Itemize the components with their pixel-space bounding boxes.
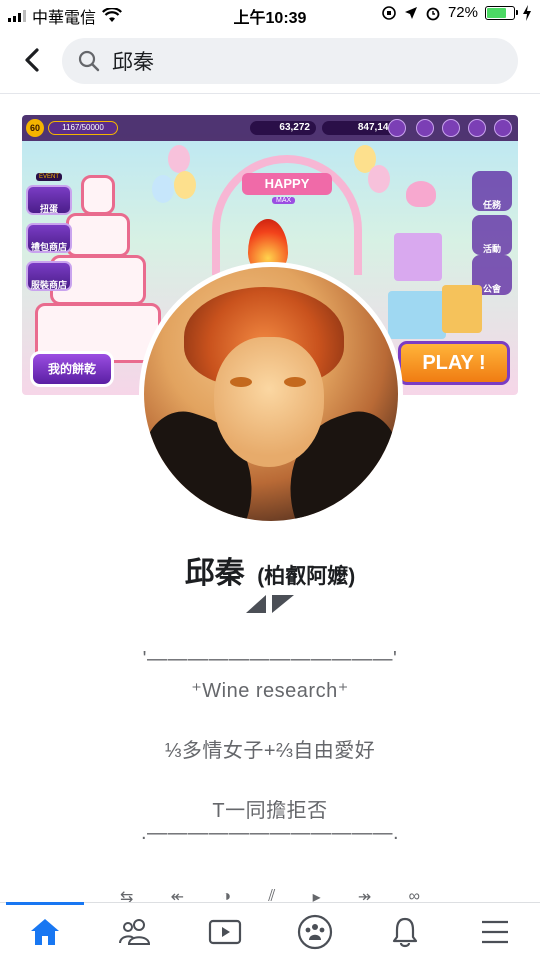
location-icon — [404, 6, 417, 19]
search-input[interactable]: 邱秦 — [62, 38, 518, 84]
game-icon-3 — [442, 119, 460, 137]
nav-menu[interactable] — [450, 903, 540, 960]
quest-button: 任務 — [472, 171, 512, 211]
nav-home[interactable] — [0, 902, 90, 960]
notifications-icon — [392, 917, 418, 947]
rotation-lock-icon — [382, 5, 396, 20]
avatar-eye — [230, 377, 252, 387]
xp-bar: 1167/50000 — [48, 121, 118, 135]
event-button: 活動 — [472, 215, 512, 255]
status-bar: 中華電信 上午10:39 72% — [0, 0, 540, 28]
event-tag: EVENT — [36, 173, 63, 181]
settings-icon — [468, 119, 486, 137]
bio-line: '————————————' — [142, 648, 398, 670]
search-icon — [78, 50, 100, 72]
gift-box — [388, 291, 446, 339]
back-button[interactable] — [16, 44, 48, 76]
max-label: MAX — [272, 197, 296, 204]
alarm-icon — [426, 7, 440, 20]
profile-name-alt: (柏叡阿嬤) — [257, 565, 356, 588]
gem-counter: 63,272 — [250, 121, 316, 135]
nav-friends[interactable] — [90, 903, 180, 960]
game-icon-1 — [388, 119, 406, 137]
menu-icon — [482, 920, 508, 943]
home-icon — [31, 918, 59, 945]
bio-line: .————————————. — [140, 822, 400, 844]
mail-icon — [416, 119, 434, 137]
watch-icon — [208, 919, 242, 944]
nav-watch[interactable] — [180, 903, 270, 960]
nav-notifications[interactable] — [360, 903, 450, 960]
search-header: 邱秦 — [0, 28, 540, 94]
battery-fill — [487, 7, 506, 18]
profile-name: 邱秦 (柏叡阿嬤) — [0, 548, 540, 592]
bio-line: T一同擔拒否 — [212, 800, 328, 822]
my-cookie-button: 我的餅乾 — [30, 351, 114, 387]
profile-name-main: 邱秦 — [184, 557, 245, 590]
gacha-button: 扭蛋 — [26, 185, 72, 215]
play-button: PLAY ! — [398, 341, 510, 385]
bio-line: ⁺Wine research⁺ — [191, 680, 349, 702]
charging-icon — [523, 4, 531, 21]
friends-icon — [119, 918, 151, 945]
happy-banner: HAPPY — [242, 173, 332, 195]
battery-percent: 72% — [447, 4, 478, 21]
groups-icon — [297, 914, 333, 949]
balloon — [168, 145, 190, 173]
gift-box — [394, 233, 442, 281]
nav-groups[interactable] — [270, 903, 360, 960]
back-arrow-icon — [25, 48, 39, 72]
avatar-face — [214, 337, 324, 467]
package-shop-button: 禮包商店 — [26, 223, 72, 253]
balloon — [174, 171, 196, 199]
bottom-nav — [0, 902, 540, 960]
avatar-eye — [284, 377, 306, 387]
gift-box — [442, 285, 482, 333]
status-right: 72% — [381, 4, 532, 21]
bio-line: ⅓多情女子+⅔自由愛好 — [164, 740, 376, 762]
balloon — [368, 165, 390, 193]
game-menu-icon — [494, 119, 512, 137]
level-value: 60 — [29, 123, 40, 133]
search-query: 邱秦 — [112, 51, 154, 74]
level-badge: 60 — [26, 119, 44, 137]
battery-icon — [485, 5, 518, 20]
costume-shop-button: 服裝商店 — [26, 261, 72, 291]
name-logo-icon — [246, 595, 294, 613]
profile-avatar[interactable] — [139, 262, 403, 526]
avatar-image — [144, 267, 398, 521]
heart-balloon — [406, 181, 436, 207]
